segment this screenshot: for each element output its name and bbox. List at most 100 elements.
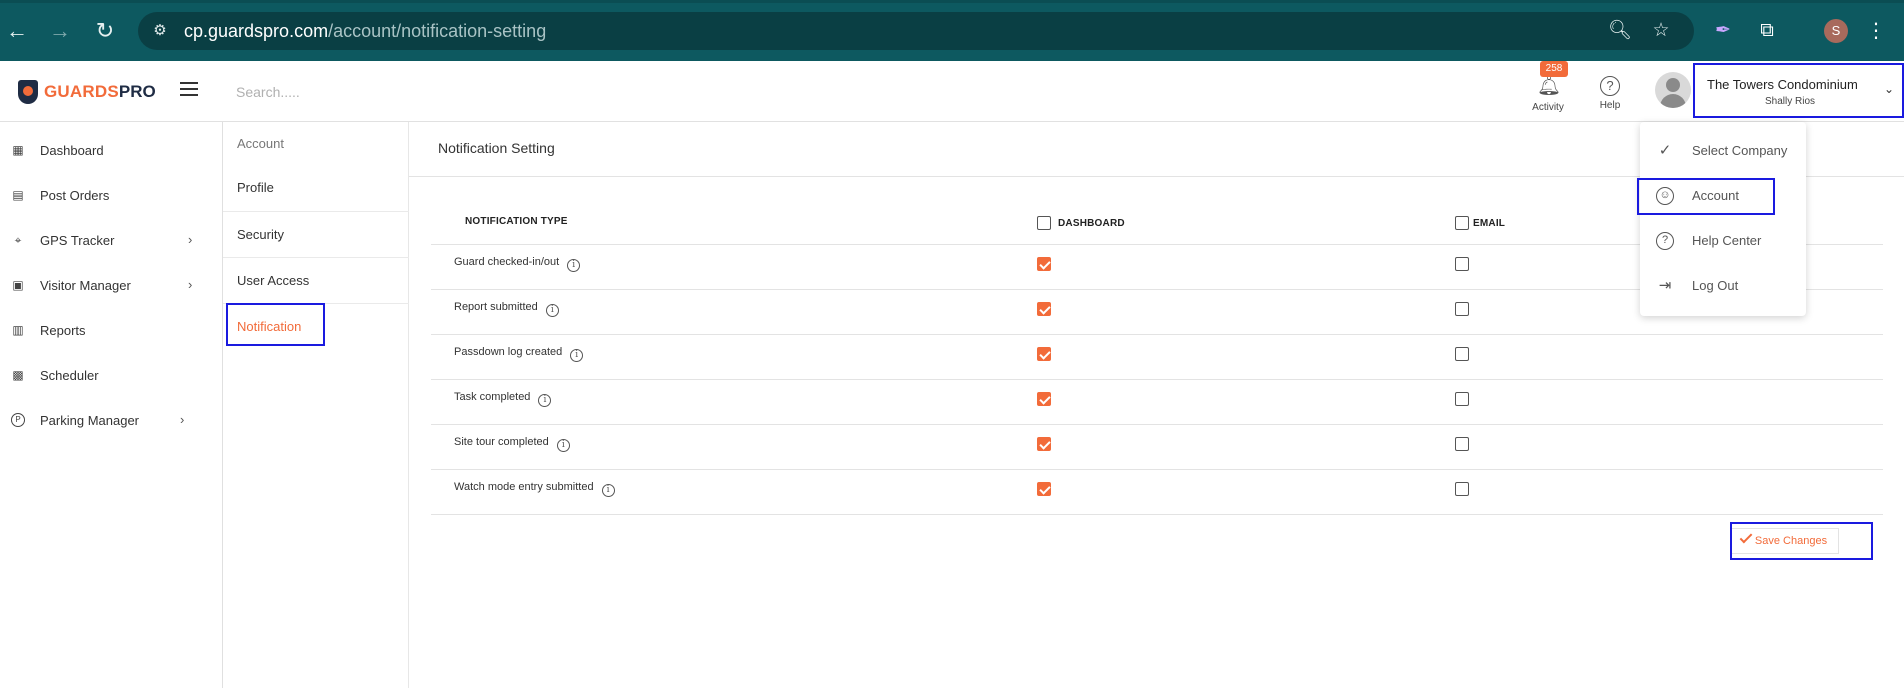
- dashboard-checkbox[interactable]: [1037, 392, 1051, 406]
- chevron-right-icon: ›: [188, 277, 193, 292]
- map-pin-icon: ⌖: [14, 233, 22, 247]
- table-row: Passdown log created i: [431, 334, 1883, 379]
- row-label: Site tour completed i: [454, 436, 570, 452]
- info-icon[interactable]: i: [556, 439, 570, 452]
- subnav-title: Account: [237, 136, 284, 151]
- tab-strip: [0, 0, 1904, 3]
- forward-icon[interactable]: →: [47, 18, 73, 44]
- address-bar[interactable]: ⚙ cp.guardspro.com/account/notification-…: [138, 12, 1694, 50]
- info-icon[interactable]: i: [545, 304, 559, 317]
- email-checkbox[interactable]: [1455, 347, 1469, 361]
- logout-icon: ⇥: [1658, 277, 1672, 294]
- sidebar-item-label: Parking Manager: [40, 413, 139, 428]
- search-input[interactable]: [236, 79, 636, 105]
- sidebar-item-label: Dashboard: [40, 143, 104, 158]
- extension-feather-icon[interactable]: ✒: [1710, 18, 1736, 44]
- column-header-email: EMAIL: [1473, 218, 1506, 229]
- parking-icon: P: [11, 413, 25, 427]
- email-checkbox[interactable]: [1455, 437, 1469, 451]
- info-icon[interactable]: i: [538, 394, 552, 407]
- user-avatar[interactable]: [1655, 72, 1691, 108]
- sidebar-item-label: Reports: [40, 323, 86, 338]
- sidebar-item-post-orders[interactable]: ▤ Post Orders: [0, 181, 223, 211]
- bell-icon: 🔔︎: [1537, 76, 1562, 97]
- logo-badge-icon: [18, 80, 38, 104]
- visitor-icon: ▣: [12, 278, 24, 292]
- back-icon[interactable]: ←: [4, 18, 30, 44]
- row-label: Passdown log created i: [454, 346, 584, 362]
- extensions-puzzle-icon[interactable]: ⧉: [1754, 18, 1780, 44]
- email-checkbox[interactable]: [1455, 257, 1469, 271]
- company-name: The Towers Condominium: [1707, 77, 1858, 92]
- sidebar-item-visitor-manager[interactable]: ▣ Visitor Manager ›: [0, 271, 223, 301]
- url-text[interactable]: cp.guardspro.com/account/notification-se…: [184, 21, 546, 42]
- info-icon[interactable]: i: [567, 259, 581, 272]
- browser-profile-avatar[interactable]: S: [1824, 19, 1848, 43]
- activity-button[interactable]: 🔔︎ Activity: [1523, 76, 1573, 120]
- sidebar-item-scheduler[interactable]: ▩ Scheduler: [0, 361, 223, 391]
- notification-highlight-box: [226, 303, 325, 346]
- email-checkbox[interactable]: [1455, 482, 1469, 496]
- menu-item-label: Log Out: [1692, 278, 1739, 293]
- column-header-type: NOTIFICATION TYPE: [465, 216, 568, 227]
- account-dropdown-menu: ✓ Select Company ☺ Account ? Help Center…: [1640, 122, 1806, 316]
- help-button[interactable]: ? Help: [1585, 76, 1635, 120]
- row-label: Task completed i: [454, 391, 552, 407]
- dashboard-checkbox[interactable]: [1037, 302, 1051, 316]
- reports-icon: ▥: [12, 323, 24, 337]
- sidebar-item-parking-manager[interactable]: P Parking Manager ›: [0, 406, 223, 436]
- save-highlight-box: [1730, 522, 1873, 560]
- user-name: Shally Rios: [1764, 96, 1816, 107]
- dashboard-select-all-checkbox[interactable]: [1037, 216, 1051, 230]
- url-host: cp.guardspro.com: [184, 21, 329, 41]
- subnav-item-label: Profile: [237, 180, 274, 195]
- hamburger-menu-icon[interactable]: [180, 82, 198, 96]
- table-row: Task completed i: [431, 379, 1883, 424]
- sidebar-item-label: Post Orders: [40, 188, 110, 203]
- menu-item-help-center[interactable]: ? Help Center: [1640, 223, 1806, 259]
- activity-count-badge: 258: [1540, 61, 1568, 77]
- subnav-item-security[interactable]: Security: [223, 211, 409, 257]
- column-header-dashboard: DASHBOARD: [1058, 218, 1125, 229]
- email-checkbox[interactable]: [1455, 302, 1469, 316]
- menu-item-select-company[interactable]: ✓ Select Company: [1640, 133, 1806, 169]
- table-row: Site tour completed i: [431, 424, 1883, 469]
- bookmark-star-icon[interactable]: ☆: [1650, 20, 1672, 42]
- chevron-down-icon: ⌄: [1883, 82, 1894, 96]
- row-label: Report submitted i: [454, 301, 559, 317]
- sidebar-item-label: Scheduler: [40, 368, 99, 383]
- sidebar-item-gps-tracker[interactable]: ⌖ GPS Tracker ›: [0, 226, 223, 256]
- help-label: Help: [1599, 100, 1621, 111]
- email-checkbox[interactable]: [1455, 392, 1469, 406]
- check-icon: ✓: [1658, 142, 1672, 159]
- menu-item-log-out[interactable]: ⇥ Log Out: [1640, 268, 1806, 304]
- dashboard-checkbox[interactable]: [1037, 347, 1051, 361]
- zoom-icon[interactable]: 🔍︎: [1608, 20, 1632, 42]
- browser-toolbar: ← → ↻ ⚙ cp.guardspro.com/account/notific…: [0, 0, 1904, 61]
- dashboard-icon: ▦: [12, 143, 24, 157]
- dashboard-checkbox[interactable]: [1037, 257, 1051, 271]
- calendar-icon: ▩: [12, 368, 24, 382]
- sidebar-item-dashboard[interactable]: ▦ Dashboard: [0, 136, 223, 166]
- sidebar-item-reports[interactable]: ▥ Reports: [0, 316, 223, 346]
- guardspro-logo[interactable]: GUARDS PRO: [18, 79, 156, 105]
- sidebar-item-label: Visitor Manager: [40, 278, 131, 293]
- post-orders-icon: ▤: [12, 188, 24, 202]
- info-icon[interactable]: i: [601, 484, 615, 497]
- sidebar-item-label: GPS Tracker: [40, 233, 115, 248]
- help-circle-icon: ?: [1656, 232, 1674, 250]
- menu-item-label: Help Center: [1692, 233, 1762, 248]
- company-switcher[interactable]: The Towers Condominium Shally Rios ⌄: [1693, 63, 1904, 118]
- row-label: Guard checked-in/out i: [454, 256, 581, 272]
- subnav-item-profile[interactable]: Profile: [223, 165, 409, 211]
- info-icon[interactable]: i: [570, 349, 584, 362]
- reload-icon[interactable]: ↻: [92, 18, 118, 44]
- dashboard-checkbox[interactable]: [1037, 437, 1051, 451]
- email-select-all-checkbox[interactable]: [1455, 216, 1469, 230]
- divider: [431, 514, 1883, 515]
- logo-text-pro: PRO: [118, 82, 156, 101]
- dashboard-checkbox[interactable]: [1037, 482, 1051, 496]
- browser-menu-icon[interactable]: ⋮: [1866, 18, 1886, 44]
- site-settings-icon[interactable]: ⚙: [150, 21, 170, 41]
- subnav-item-user-access[interactable]: User Access: [223, 257, 409, 303]
